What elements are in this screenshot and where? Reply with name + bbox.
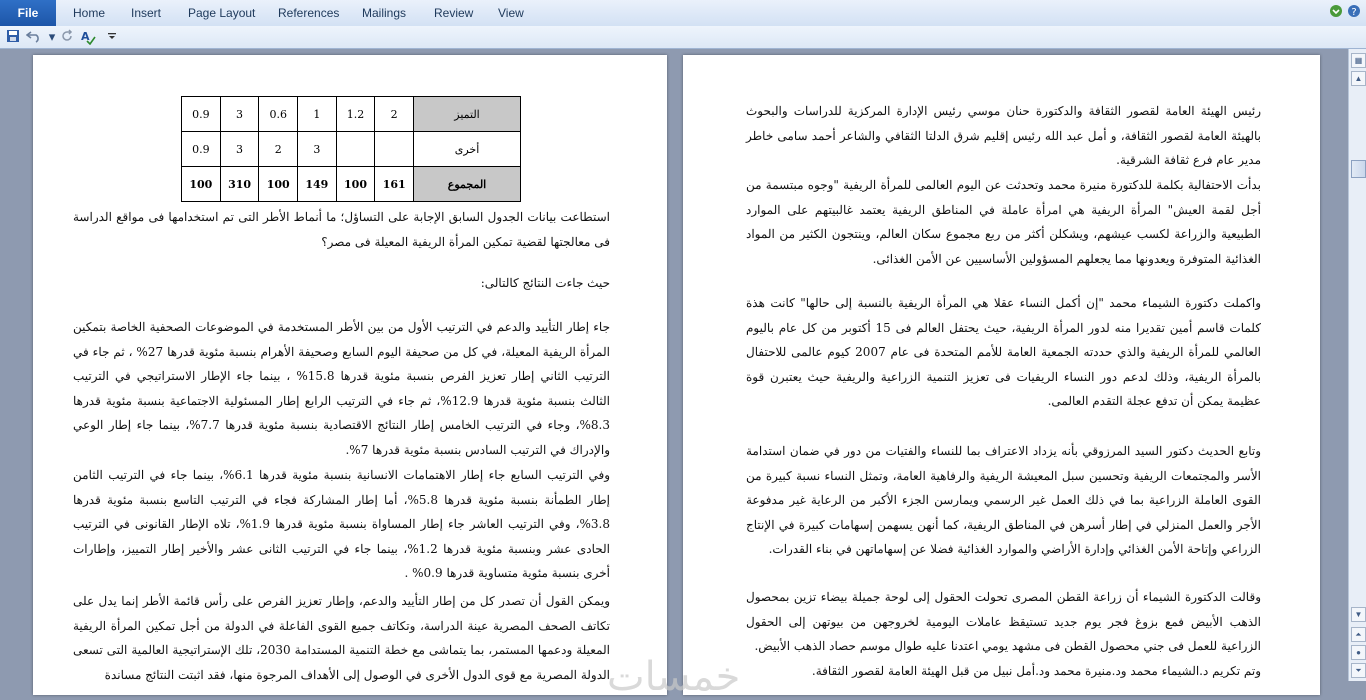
help-icon[interactable] bbox=[1328, 4, 1344, 20]
table-cell: 161 bbox=[374, 166, 414, 202]
tab-insert[interactable]: Insert bbox=[131, 0, 161, 26]
body-paragraph: ويمكن القول أن تصدر كل من إطار التأييد و… bbox=[73, 594, 610, 682]
table-cell: 100 bbox=[258, 166, 299, 202]
body-paragraph: جاء إطار التأييد والدعم في الترتيب الأول… bbox=[73, 320, 610, 457]
vertical-scrollbar[interactable]: ▦ ▲ ▼ ⏶ ● ⏷ bbox=[1348, 49, 1366, 681]
minimize-ribbon-icon[interactable]: ? bbox=[1346, 4, 1362, 20]
ruler-toggle-icon[interactable]: ▦ bbox=[1351, 53, 1366, 68]
quick-access-toolbar: ▾ A bbox=[0, 26, 1366, 49]
table-cell: 3 bbox=[219, 96, 260, 132]
frames-table: التميز 2 1.2 1 0.6 3 0.9 أخرى 3 2 3 0.9 … bbox=[181, 96, 521, 202]
body-paragraph: بدأت الاحتفالية بكلمة للدكتورة منيرة محم… bbox=[746, 178, 1261, 266]
customize-qat-icon[interactable] bbox=[104, 29, 120, 45]
table-row-label: المجموع bbox=[413, 166, 521, 202]
table-cell bbox=[335, 131, 376, 167]
table-cell: 100 bbox=[181, 166, 221, 202]
select-browse-object-icon[interactable]: ● bbox=[1351, 645, 1366, 660]
tab-references[interactable]: References bbox=[278, 0, 339, 26]
table-cell: 0.9 bbox=[181, 131, 221, 167]
table-cell: 0.6 bbox=[258, 96, 299, 132]
watermark-logo: خمسات bbox=[607, 654, 741, 700]
body-paragraph: وتم تكريم د.الشيماء محمد ود.منيرة محمد و… bbox=[811, 664, 1261, 678]
save-icon[interactable] bbox=[5, 29, 21, 45]
table-cell: 310 bbox=[219, 166, 260, 202]
svg-text:?: ? bbox=[1351, 7, 1356, 18]
body-paragraph: وقالت الدكتورة الشيماء أن زراعة القطن ال… bbox=[746, 590, 1261, 653]
tab-view[interactable]: View bbox=[498, 0, 524, 26]
table-row: المجموع 161 100 149 100 310 100 bbox=[181, 166, 521, 202]
table-cell: 100 bbox=[335, 166, 376, 202]
table-row-label: التميز bbox=[413, 96, 521, 132]
tab-mailings[interactable]: Mailings bbox=[362, 0, 406, 26]
table-cell: 149 bbox=[297, 166, 337, 202]
tab-page-layout[interactable]: Page Layout bbox=[188, 0, 255, 26]
tab-home[interactable]: Home bbox=[73, 0, 105, 26]
table-cell: 3 bbox=[297, 131, 337, 167]
body-paragraph: واكملت دكتورة الشيماء محمد "إن أكمل النس… bbox=[746, 296, 1261, 408]
scroll-up-icon[interactable]: ▲ bbox=[1351, 71, 1366, 86]
redo-icon[interactable] bbox=[59, 29, 75, 45]
table-cell: 2 bbox=[258, 131, 299, 167]
previous-page-icon[interactable]: ⏶ bbox=[1351, 627, 1366, 642]
table-cell: 2 bbox=[374, 96, 414, 132]
scroll-down-icon[interactable]: ▼ bbox=[1351, 607, 1366, 622]
undo-dropdown-icon[interactable]: ▾ bbox=[44, 29, 60, 45]
ribbon-tab-bar: File Home Insert Page Layout References … bbox=[0, 0, 1366, 27]
spelling-icon[interactable]: A bbox=[80, 29, 96, 46]
body-paragraph: استطاعت بيانات الجدول السابق الإجابة على… bbox=[73, 210, 610, 249]
body-paragraph: حيث جاءت النتائج كالتالى: bbox=[480, 276, 610, 290]
undo-icon[interactable] bbox=[25, 29, 42, 45]
body-paragraph: رئيس الهيئة العامة لقصور الثقافة والدكتو… bbox=[746, 104, 1261, 167]
table-cell: 1.2 bbox=[335, 96, 376, 132]
svg-text:A: A bbox=[81, 30, 90, 43]
table-cell: 1 bbox=[297, 96, 337, 132]
table-cell: 0.9 bbox=[181, 96, 221, 132]
scroll-thumb[interactable] bbox=[1351, 160, 1366, 178]
table-row: أخرى 3 2 3 0.9 bbox=[181, 131, 521, 167]
tab-review[interactable]: Review bbox=[434, 0, 473, 26]
table-row: التميز 2 1.2 1 0.6 3 0.9 bbox=[181, 96, 521, 132]
page-left: التميز 2 1.2 1 0.6 3 0.9 أخرى 3 2 3 0.9 … bbox=[33, 55, 667, 695]
table-cell: 3 bbox=[219, 131, 260, 167]
file-tab[interactable]: File bbox=[0, 0, 56, 26]
table-cell bbox=[374, 131, 414, 167]
body-paragraph: وتابع الحديث دكتور السيد المرزوقي بأنه ي… bbox=[746, 444, 1261, 556]
next-page-icon[interactable]: ⏷ bbox=[1351, 663, 1366, 678]
page-right: رئيس الهيئة العامة لقصور الثقافة والدكتو… bbox=[683, 55, 1320, 695]
body-paragraph: وفي الترتيب السابع جاء إطار الاهتمامات ا… bbox=[73, 468, 610, 580]
document-workspace: التميز 2 1.2 1 0.6 3 0.9 أخرى 3 2 3 0.9 … bbox=[0, 49, 1348, 700]
table-row-label: أخرى bbox=[413, 131, 521, 167]
